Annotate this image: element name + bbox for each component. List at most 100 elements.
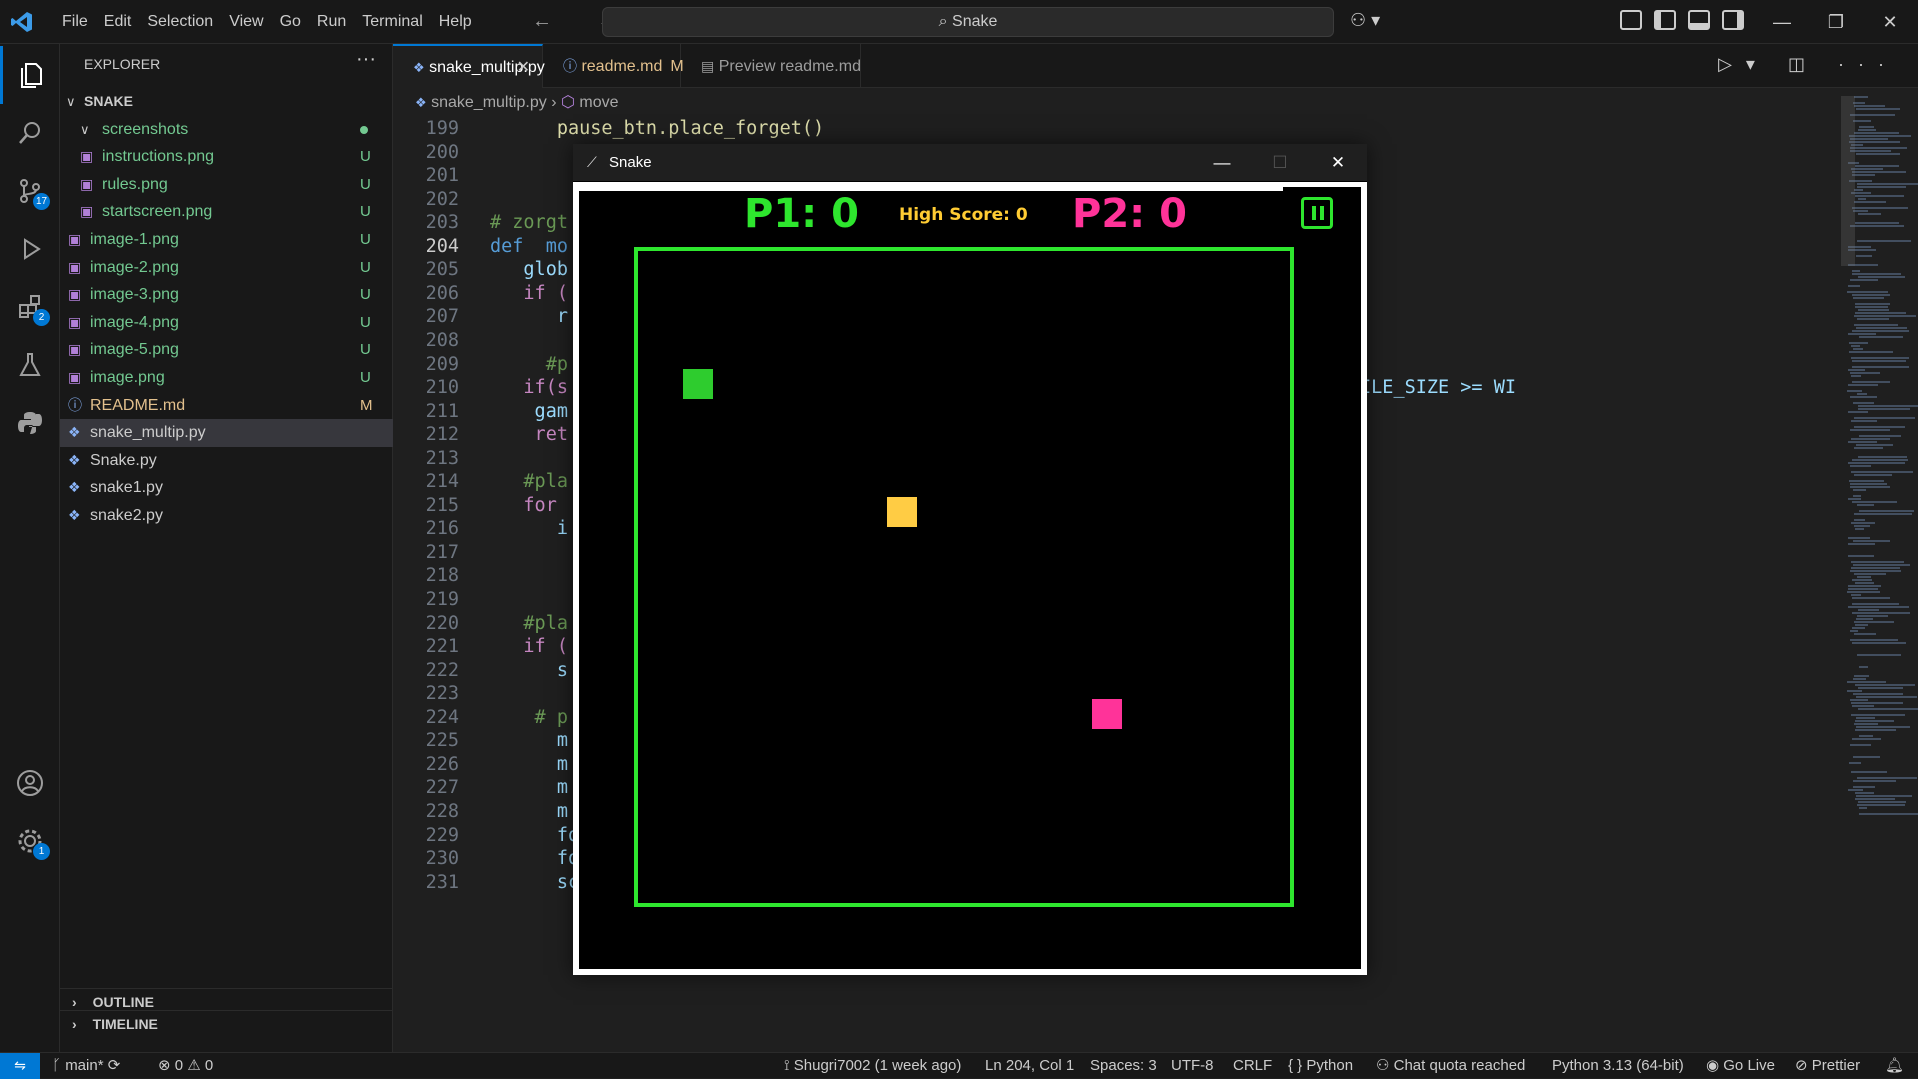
tree-folder-screenshots[interactable]: ∨ screenshots: [60, 116, 393, 144]
tree-item[interactable]: ⓘ README.md M: [60, 392, 393, 420]
python-interpreter[interactable]: Python 3.13 (64-bit): [1552, 1053, 1684, 1078]
copilot-icon[interactable]: ⚇ ▾: [1350, 10, 1380, 31]
close-icon[interactable]: ✕: [1863, 0, 1917, 44]
minimap-line: [1856, 255, 1872, 257]
prettier[interactable]: ⊘ Prettier: [1795, 1053, 1860, 1078]
menu-edit[interactable]: Edit: [96, 0, 140, 44]
notifications-bell-icon[interactable]: 🔔︎: [1885, 1053, 1904, 1078]
manage-gear-icon[interactable]: 1: [0, 812, 60, 870]
minimap-line: [1855, 582, 1874, 584]
tree-item[interactable]: ▣ image-1.png U: [60, 226, 393, 254]
minimap-line: [1852, 642, 1906, 644]
command-center-search[interactable]: ⌕ Snake: [602, 7, 1334, 37]
line-number: 203: [425, 212, 459, 233]
menu-file[interactable]: File: [54, 0, 96, 44]
source-control-icon[interactable]: 17: [0, 162, 60, 220]
code-line: def mo: [490, 236, 568, 257]
extensions-icon[interactable]: 2: [0, 278, 60, 336]
go-live[interactable]: ◉ Go Live: [1706, 1053, 1775, 1078]
tree-item[interactable]: ▣ instructions.png U: [60, 143, 393, 171]
breadcrumb-file[interactable]: snake_multip.py: [431, 94, 547, 111]
tree-root-snake[interactable]: ∨ SNAKE: [60, 88, 393, 116]
tree-item[interactable]: ❖ snake2.py: [60, 502, 393, 530]
minimap-line: [1857, 318, 1889, 320]
menu-run[interactable]: Run: [309, 0, 354, 44]
minimap-line: [1858, 198, 1866, 200]
git-status-badge: U: [360, 203, 371, 221]
toggle-sidebar-icon[interactable]: [1654, 10, 1676, 30]
explorer-icon[interactable]: [0, 46, 60, 104]
git-blame[interactable]: ⟟ Shugri7002 (1 week ago): [784, 1053, 961, 1078]
run-python-icon[interactable]: ▷▾: [1718, 54, 1769, 74]
tree-item[interactable]: ▣ image-3.png U: [60, 281, 393, 309]
menu-selection[interactable]: Selection: [139, 0, 221, 44]
minimap-line: [1853, 210, 1868, 212]
minimap-line: [1848, 498, 1861, 500]
tree-item[interactable]: ▣ rules.png U: [60, 171, 393, 199]
chat-status[interactable]: ⚇ Chat quota reached: [1376, 1053, 1525, 1078]
tree-item[interactable]: ▣ image-5.png U: [60, 336, 393, 364]
menu-help[interactable]: Help: [431, 0, 480, 44]
tab-snake-multip[interactable]: ❖ snake_multip.py ✕: [393, 44, 545, 90]
game-canvas[interactable]: P1: 0 High Score: 0 P2: 0: [579, 187, 1361, 969]
indentation[interactable]: Spaces: 3: [1090, 1053, 1157, 1078]
minimize-icon[interactable]: —: [1193, 144, 1251, 182]
tree-item[interactable]: ▣ startscreen.png U: [60, 198, 393, 226]
more-actions-icon[interactable]: ···: [356, 48, 376, 71]
python-icon[interactable]: [0, 394, 60, 452]
branch-status[interactable]: ᚴ main* ⟳: [52, 1053, 120, 1078]
minimap-line: [1854, 519, 1865, 521]
problems-status[interactable]: ⊗ 0 ⚠ 0: [158, 1053, 213, 1078]
timeline-section[interactable]: › TIMELINE: [60, 1010, 393, 1037]
scrollbar-thumb[interactable]: [1841, 96, 1855, 266]
minimap-line: [1848, 585, 1881, 587]
branch-name: main*: [65, 1057, 104, 1074]
image-file-icon: ▣: [68, 368, 82, 385]
minimap-line: [1857, 393, 1867, 395]
run-debug-icon[interactable]: [0, 220, 60, 278]
customize-layout-icon[interactable]: [1620, 10, 1642, 30]
tree-item[interactable]: ❖ Snake.py: [60, 447, 393, 475]
remote-icon[interactable]: ⇋: [0, 1053, 40, 1079]
more-icon[interactable]: ···: [1838, 54, 1898, 74]
minimap-line: [1855, 312, 1906, 314]
tree-item[interactable]: ▣ image.png U: [60, 364, 393, 392]
toggle-panel-icon[interactable]: [1688, 10, 1710, 30]
minimap-line: [1852, 366, 1909, 368]
testing-icon[interactable]: [0, 336, 60, 394]
high-score: High Score: 0: [899, 205, 1028, 225]
tab-readme[interactable]: ⓘ readme.md M: [543, 44, 684, 88]
toggle-secondary-sidebar-icon[interactable]: [1722, 10, 1744, 30]
minimap-line: [1852, 294, 1890, 296]
menu-view[interactable]: View: [221, 0, 271, 44]
menu-go[interactable]: Go: [272, 0, 309, 44]
game-window-controls: — ☐ ✕: [1193, 144, 1367, 182]
split-editor-icon[interactable]: ◫: [1788, 54, 1819, 74]
line-endings[interactable]: CRLF: [1233, 1053, 1272, 1078]
restore-icon[interactable]: ❐: [1809, 0, 1863, 44]
tree-item[interactable]: ▣ image-4.png U: [60, 309, 393, 337]
minimap-line: [1853, 780, 1896, 782]
account-icon[interactable]: [0, 754, 60, 812]
tree-item[interactable]: ❖ snake_multip.py: [60, 419, 393, 447]
cursor-position[interactable]: Ln 204, Col 1: [985, 1053, 1074, 1078]
player1-snake: [683, 369, 713, 399]
tab-preview-readme[interactable]: ▤ Preview readme.md: [681, 44, 861, 88]
minimap-line: [1856, 618, 1873, 620]
minimize-icon[interactable]: —: [1755, 0, 1809, 44]
search-icon[interactable]: [0, 104, 60, 162]
close-tab-icon[interactable]: ✕: [517, 46, 530, 90]
minimap-line: [1851, 771, 1887, 773]
minimap-line: [1855, 195, 1904, 197]
tree-item[interactable]: ▣ image-2.png U: [60, 254, 393, 282]
breadcrumb-symbol[interactable]: move: [579, 94, 618, 111]
minimap-line: [1852, 459, 1908, 461]
close-icon[interactable]: ✕: [1309, 144, 1367, 182]
encoding[interactable]: UTF-8: [1171, 1053, 1214, 1078]
tree-item[interactable]: ❖ snake1.py: [60, 474, 393, 502]
menu-terminal[interactable]: Terminal: [354, 0, 430, 44]
minimap-line: [1853, 540, 1890, 542]
language-mode[interactable]: { } Python: [1288, 1053, 1353, 1078]
pause-icon[interactable]: [1301, 197, 1333, 229]
minimap-line: [1852, 705, 1874, 707]
